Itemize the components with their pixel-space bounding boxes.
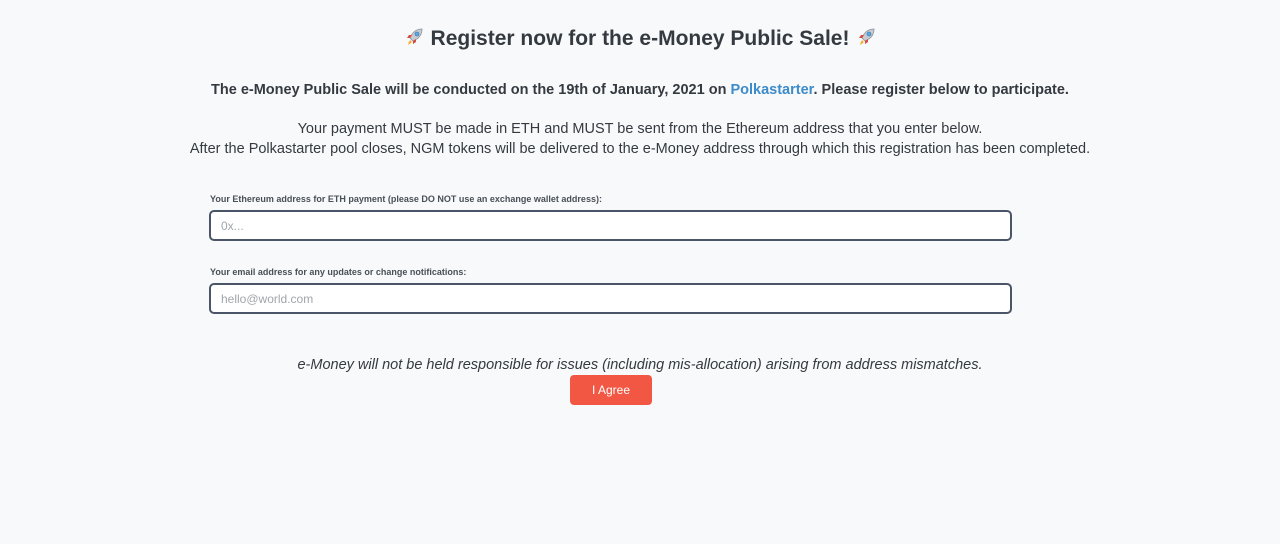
page-title-text: Register now for the e-Money Public Sale… — [430, 27, 850, 50]
announcement-suffix: . Please register below to participate. — [813, 82, 1069, 98]
payment-instructions: Your payment MUST be made in ETH and MUS… — [0, 119, 1280, 159]
disclaimer-text: e-Money will not be held responsible for… — [297, 357, 983, 373]
instructions-line-2: After the Polkastarter pool closes, NGM … — [189, 141, 1091, 157]
announcement-prefix: The e-Money Public Sale will be conducte… — [211, 82, 731, 98]
page-title: Register now for the e-Money Public Sale… — [0, 24, 1280, 54]
sale-announcement: The e-Money Public Sale will be conducte… — [0, 80, 1280, 100]
agree-button[interactable]: I Agree — [570, 375, 652, 405]
rocket-icon — [403, 26, 425, 48]
email-label: Your email address for any updates or ch… — [210, 267, 467, 277]
registration-page: Register now for the e-Money Public Sale… — [0, 0, 1280, 544]
polkastarter-link[interactable]: Polkastarter — [730, 82, 813, 98]
eth-address-input[interactable] — [209, 210, 1012, 241]
eth-address-label: Your Ethereum address for ETH payment (p… — [210, 194, 602, 204]
email-input[interactable] — [209, 283, 1012, 314]
instructions-line-1: Your payment MUST be made in ETH and MUS… — [297, 121, 983, 137]
rocket-icon — [855, 26, 877, 48]
